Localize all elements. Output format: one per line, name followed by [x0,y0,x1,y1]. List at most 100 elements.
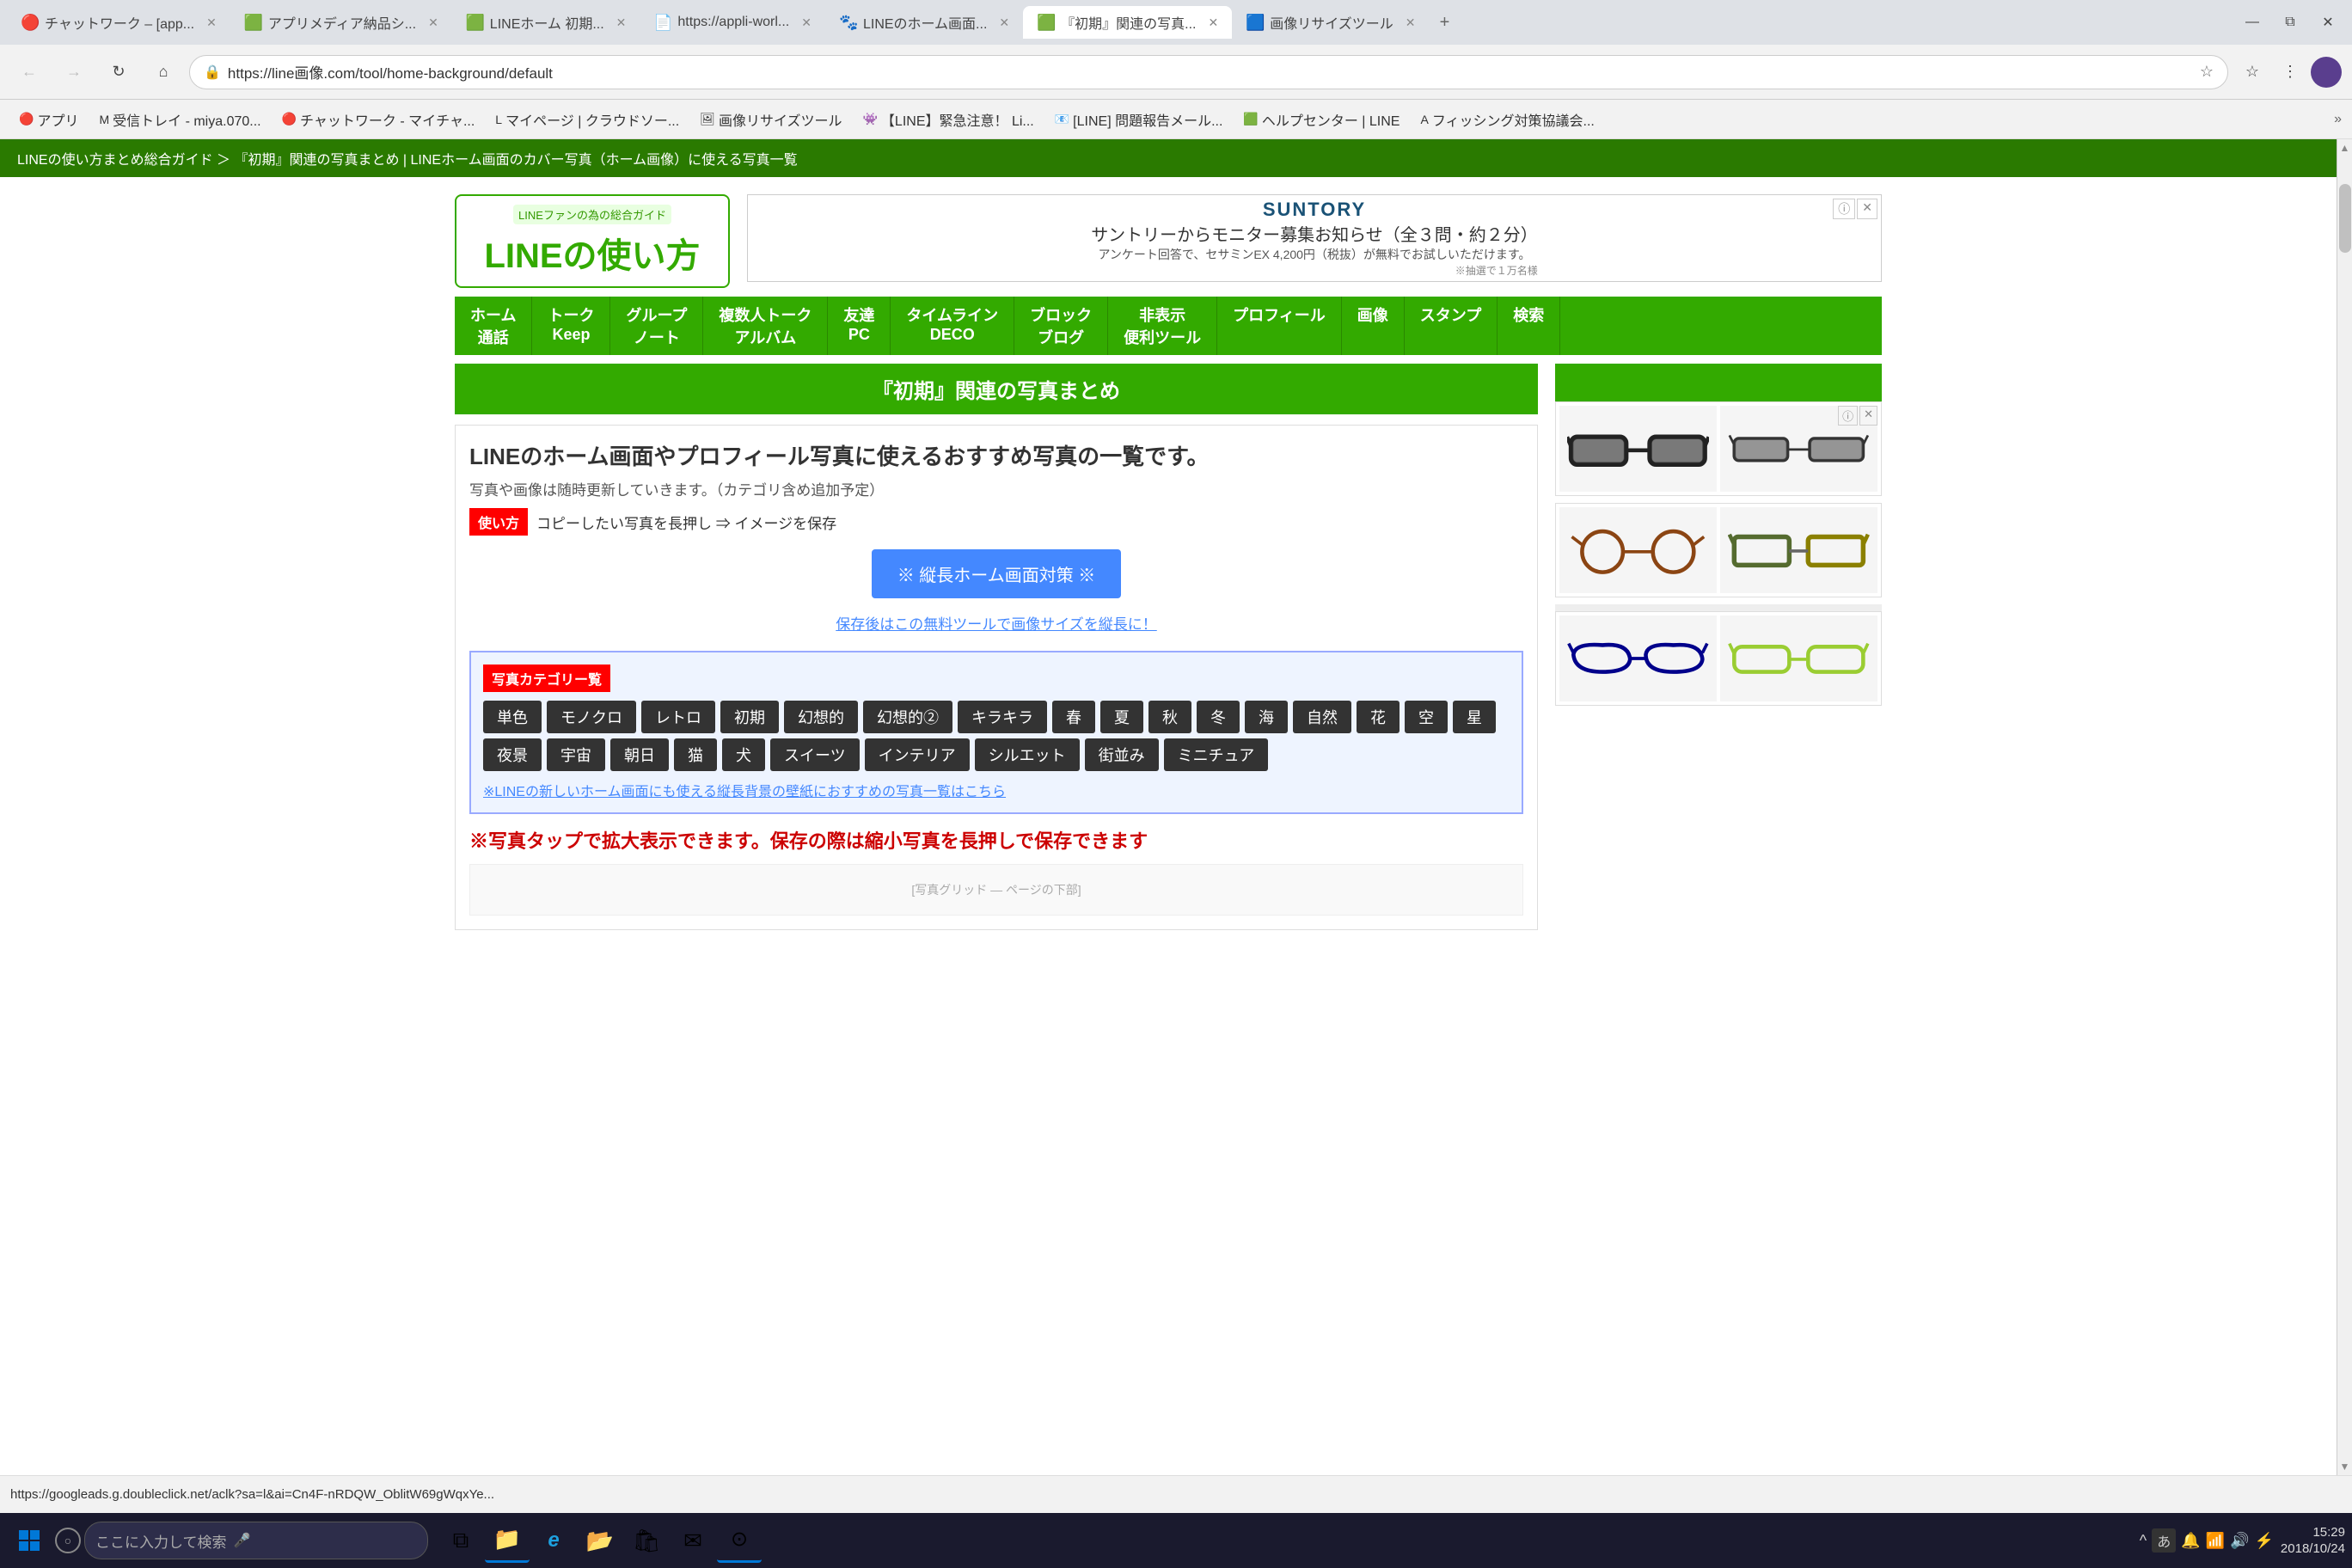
bookmark-2[interactable]: 🔴 チャットワーク - マイチャ... [273,106,484,133]
profile-avatar[interactable] [2311,57,2342,88]
ime-icon[interactable]: あ [2152,1528,2176,1553]
cat-btn-24[interactable]: 街並み [1085,738,1159,771]
url-bar[interactable]: 🔒 https://line画像.com/tool/home-backgroun… [189,55,2228,89]
cat-btn-16[interactable]: 夜景 [483,738,542,771]
side-ad-1-info[interactable]: ⓘ [1838,406,1858,426]
bookmark-6[interactable]: 📧 [LINE] 問題報告メール... [1046,106,1232,133]
network-icon[interactable]: 📶 [2206,1532,2225,1550]
bookmark-5[interactable]: 👾 【LINE】緊急注意！ Li... [854,106,1042,133]
scroll-up-arrow[interactable]: ▲ [2337,139,2352,156]
extensions-button[interactable]: ☆ [2235,55,2269,89]
tab-2-close[interactable]: ✕ [616,15,627,30]
tab-4-close[interactable]: ✕ [999,15,1009,30]
cat-more-link[interactable]: ※LINEの新しいホーム画面にも使える縦長背景の壁紙におすすめの写真一覧はこちら [483,780,1510,800]
battery-icon[interactable]: ⚡ [2255,1532,2274,1550]
cat-btn-10[interactable]: 冬 [1197,701,1240,733]
clock[interactable]: 15:29 2018/10/24 [2281,1524,2345,1558]
cat-btn-22[interactable]: インテリア [865,738,970,771]
scrollbar[interactable]: ▲ ▼ [2337,139,2352,1475]
nav-timeline[interactable]: タイムラインDECO [891,297,1014,355]
nav-home[interactable]: ホーム通話 [455,297,532,355]
close-button[interactable]: ✕ [2311,5,2345,40]
cat-btn-0[interactable]: 単色 [483,701,542,733]
nav-profile[interactable]: プロフィール [1217,297,1342,355]
nav-group[interactable]: グループノート [610,297,703,355]
cat-btn-13[interactable]: 花 [1357,701,1400,733]
bookmark-7[interactable]: 🟩 ヘルプセンター | LINE [1234,106,1408,133]
volume-icon[interactable]: 🔊 [2230,1532,2249,1550]
main-scroll-area[interactable]: LINEの使い方まとめ総合ガイド ＞ 『初期』関連の写真まとめ | LINEホー… [0,139,2337,1475]
nav-hide[interactable]: 非表示便利ツール [1108,297,1217,355]
bookmark-4[interactable]: 🖼 画像リサイズツール [691,106,850,133]
cat-btn-25[interactable]: ミニチュア [1164,738,1269,771]
cat-btn-23[interactable]: シルエット [975,738,1080,771]
cat-btn-20[interactable]: 犬 [722,738,765,771]
notification-icon[interactable]: 🔔 [2181,1532,2200,1550]
settings-button[interactable]: ⋮ [2273,55,2307,89]
restore-button[interactable]: ⧉ [2273,5,2307,40]
bookmark-8[interactable]: A フィッシング対策協議会... [1412,106,1602,133]
bookmark-3[interactable]: L マイページ | クラウドソー... [487,106,688,133]
cat-btn-15[interactable]: 星 [1453,701,1496,733]
cat-btn-7[interactable]: 春 [1052,701,1095,733]
tab-3-close[interactable]: ✕ [801,15,812,30]
forward-button[interactable]: → [55,53,93,91]
cat-btn-11[interactable]: 海 [1245,701,1288,733]
nav-multi-talk[interactable]: 複数人トークアルバム [703,297,828,355]
taskbar-app-files[interactable]: 📂 [578,1518,622,1563]
nav-friend[interactable]: 友達PC [828,297,891,355]
taskbar-search[interactable]: ここに入力して検索 🎤 [84,1522,428,1559]
tab-6[interactable]: 🟦 画像リサイズツール ✕ [1232,6,1429,39]
bookmark-0[interactable]: 🔴 アプリ [10,106,87,133]
reload-button[interactable]: ↻ [100,53,138,91]
nav-search[interactable]: 検索 [1498,297,1560,355]
ad-info-icon[interactable]: ⓘ [1833,199,1855,219]
nav-talk[interactable]: トークKeep [532,297,610,355]
bookmarks-more-button[interactable]: » [2334,112,2342,127]
scroll-track[interactable] [2337,156,2352,1458]
tab-5-close[interactable]: ✕ [1208,15,1218,30]
new-tab-button[interactable]: + [1429,7,1460,38]
nav-block[interactable]: ブロックブログ [1014,297,1108,355]
taskbar-app-edge[interactable]: e [531,1518,576,1563]
scroll-down-arrow[interactable]: ▼ [2337,1458,2352,1475]
tab-1-close[interactable]: ✕ [428,15,438,30]
cat-btn-4[interactable]: 幻想的 [784,701,858,733]
tab-0[interactable]: 🔴 チャットワーク – [app... ✕ [7,6,230,39]
home-button[interactable]: ⌂ [144,53,182,91]
tab-1[interactable]: 🟩 アプリメディア納品シ... ✕ [230,6,452,39]
taskbar-app-mail[interactable]: ✉ [671,1518,715,1563]
back-button[interactable]: ← [10,53,48,91]
scroll-thumb[interactable] [2339,184,2351,253]
taskbar-app-chrome[interactable]: ⊙ [717,1518,762,1563]
bookmark-1[interactable]: M 受信トレイ - miya.070... [90,106,269,133]
cat-btn-17[interactable]: 宇宙 [547,738,605,771]
cat-btn-3[interactable]: 初期 [720,701,779,733]
cat-btn-14[interactable]: 空 [1405,701,1448,733]
cat-btn-1[interactable]: モノクロ [547,701,636,733]
cta-link[interactable]: 保存後はこの無料ツールで画像サイズを縦長に！ [469,612,1523,634]
cat-btn-2[interactable]: レトロ [641,701,715,733]
cat-btn-12[interactable]: 自然 [1293,701,1351,733]
start-button[interactable] [7,1518,52,1563]
tab-0-close[interactable]: ✕ [206,15,217,30]
cat-btn-6[interactable]: キラキラ [958,701,1047,733]
cat-btn-5[interactable]: 幻想的② [863,701,952,733]
nav-stamp[interactable]: スタンプ [1405,297,1498,355]
cat-btn-9[interactable]: 秋 [1148,701,1191,733]
minimize-button[interactable]: — [2235,5,2269,40]
tab-5[interactable]: 🟩 『初期』関連の写真... ✕ [1023,6,1232,39]
side-ad-1-close[interactable]: ✕ [1859,406,1877,426]
tab-6-close[interactable]: ✕ [1406,15,1416,30]
cat-btn-18[interactable]: 朝日 [610,738,669,771]
cat-btn-19[interactable]: 猫 [674,738,717,771]
tab-2[interactable]: 🟩 LINEホーム 初期... ✕ [452,6,640,39]
cat-btn-21[interactable]: スイーツ [770,738,860,771]
taskbar-app-explorer[interactable]: 📁 [485,1518,530,1563]
cta-button[interactable]: ※ 縦長ホーム画面対策 ※ [872,549,1122,598]
taskbar-app-store[interactable]: 🛍 [624,1518,669,1563]
nav-image[interactable]: 画像 [1342,297,1405,355]
bookmark-star-icon[interactable]: ☆ [2200,63,2214,81]
tab-4[interactable]: 🐾 LINEのホーム画面... ✕ [825,6,1023,39]
tray-expand-icon[interactable]: ^ [2140,1532,2147,1550]
